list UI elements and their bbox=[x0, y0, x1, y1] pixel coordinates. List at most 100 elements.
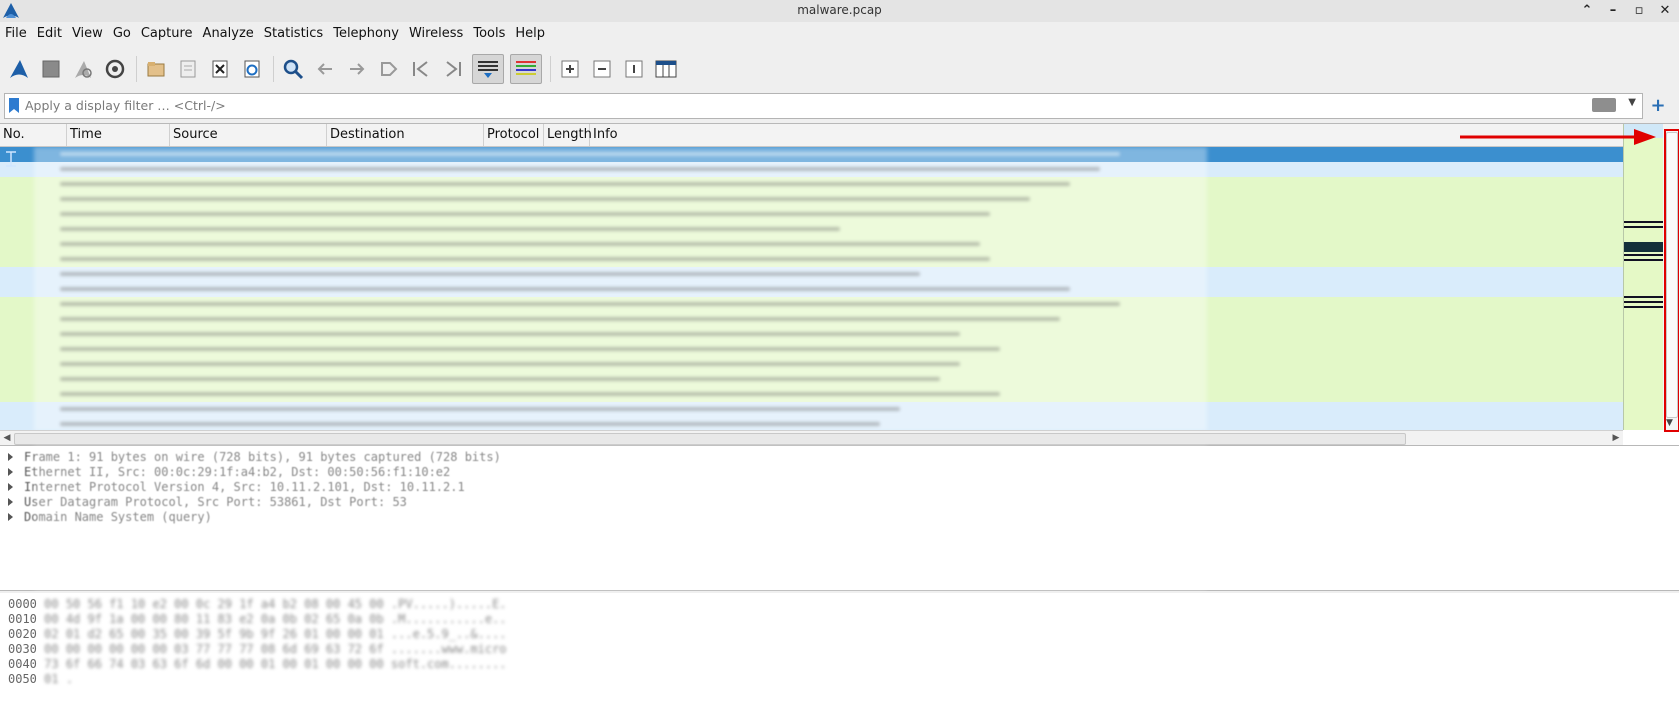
annotation-arrow-icon bbox=[1460, 129, 1656, 145]
minimap-segment bbox=[1624, 226, 1664, 228]
blurred-text bbox=[60, 197, 1030, 201]
zoom-in-icon[interactable] bbox=[557, 56, 583, 82]
blurred-text bbox=[60, 272, 920, 276]
restart-capture-icon[interactable] bbox=[70, 56, 96, 82]
blurred-text bbox=[60, 377, 940, 381]
maximize-caret-icon[interactable]: ⌃ bbox=[1579, 2, 1595, 18]
menu-file[interactable]: File bbox=[0, 23, 32, 46]
menu-bar: File Edit View Go Capture Analyze Statis… bbox=[0, 23, 1679, 47]
window-title: malware.pcap bbox=[797, 3, 882, 17]
start-capture-icon[interactable] bbox=[6, 56, 32, 82]
menu-wireless[interactable]: Wireless bbox=[404, 23, 468, 46]
menu-help[interactable]: Help bbox=[510, 23, 550, 46]
blurred-text bbox=[60, 392, 1000, 396]
column-source[interactable]: Source bbox=[170, 124, 327, 146]
blurred-text bbox=[60, 152, 1120, 156]
stop-capture-icon[interactable] bbox=[38, 56, 64, 82]
menu-go[interactable]: Go bbox=[108, 23, 136, 46]
blurred-text bbox=[60, 362, 960, 366]
go-forward-icon[interactable] bbox=[344, 56, 370, 82]
first-packet-icon[interactable] bbox=[408, 56, 434, 82]
hex-line: 0010 00 4d 9f 1a 00 00 80 11 83 e2 0a 0b… bbox=[8, 612, 507, 626]
blurred-text bbox=[60, 422, 880, 426]
scroll-left-icon[interactable]: ◀ bbox=[0, 431, 14, 445]
hex-line: 0040 73 6f 66 74 03 63 6f 6d 00 00 01 00… bbox=[8, 657, 507, 671]
expand-arrow-icon[interactable] bbox=[8, 468, 13, 476]
blurred-text bbox=[60, 347, 1000, 351]
horizontal-scroll-thumb[interactable] bbox=[14, 433, 1406, 445]
last-packet-icon[interactable] bbox=[440, 56, 466, 82]
annotation-highlight-box bbox=[1664, 129, 1679, 432]
expand-arrow-icon[interactable] bbox=[8, 513, 13, 521]
display-filter-input[interactable] bbox=[25, 96, 1585, 114]
blurred-text bbox=[60, 257, 990, 261]
open-file-icon[interactable] bbox=[143, 56, 169, 82]
blurred-text bbox=[60, 212, 990, 216]
column-protocol[interactable]: Protocol bbox=[484, 124, 544, 146]
menu-view[interactable]: View bbox=[67, 23, 108, 46]
expand-arrow-icon[interactable] bbox=[8, 453, 13, 461]
colorize-icon[interactable] bbox=[510, 54, 542, 84]
blurred-text bbox=[60, 317, 1060, 321]
hex-line: 0020 02 01 d2 65 00 35 00 39 5f 9b 9f 26… bbox=[8, 627, 507, 641]
expand-arrow-icon[interactable] bbox=[8, 498, 13, 506]
column-time[interactable]: Time bbox=[67, 124, 170, 146]
column-no[interactable]: No. bbox=[0, 124, 67, 146]
minimap-segment bbox=[1624, 254, 1664, 256]
minimap-segment bbox=[1624, 259, 1664, 261]
hex-line: 0050 01 . bbox=[8, 672, 74, 686]
zoom-out-icon[interactable] bbox=[589, 56, 615, 82]
menu-telephony[interactable]: Telephony bbox=[328, 23, 404, 46]
packet-rows[interactable] bbox=[0, 147, 1623, 431]
menu-statistics[interactable]: Statistics bbox=[259, 23, 328, 46]
minimize-icon[interactable]: – bbox=[1605, 2, 1621, 18]
blurred-text bbox=[60, 242, 980, 246]
minimap-segment bbox=[1624, 296, 1664, 298]
menu-tools[interactable]: Tools bbox=[468, 23, 510, 46]
expand-arrow-icon[interactable] bbox=[8, 483, 13, 491]
scroll-right-icon[interactable]: ▶ bbox=[1609, 431, 1623, 445]
menu-edit[interactable]: Edit bbox=[32, 23, 67, 46]
close-icon[interactable]: ✕ bbox=[1657, 2, 1673, 18]
resize-columns-icon[interactable] bbox=[653, 56, 679, 82]
packet-list-header: No. Time Source Destination Protocol Len… bbox=[0, 124, 1623, 147]
find-packet-icon[interactable] bbox=[280, 56, 306, 82]
auto-scroll-icon[interactable] bbox=[472, 54, 504, 84]
column-length[interactable]: Length bbox=[544, 124, 592, 146]
go-back-icon[interactable] bbox=[312, 56, 338, 82]
blurred-text bbox=[60, 182, 1070, 186]
menu-capture[interactable]: Capture bbox=[136, 23, 198, 46]
toolbar-separator bbox=[550, 56, 551, 82]
packet-list-pane: No. Time Source Destination Protocol Len… bbox=[0, 123, 1679, 446]
blurred-text bbox=[60, 332, 960, 336]
filter-history-dropdown-icon[interactable]: ▼ bbox=[1628, 97, 1636, 108]
capture-options-gear-icon[interactable] bbox=[102, 56, 128, 82]
add-filter-button-plus-icon[interactable]: + bbox=[1647, 94, 1669, 116]
hex-line: 0030 00 00 00 00 00 00 03 77 77 77 08 6d… bbox=[8, 642, 507, 656]
blurred-text bbox=[60, 227, 840, 231]
horizontal-scrollbar[interactable]: ◀ ▶ bbox=[0, 430, 1623, 445]
blurred-text bbox=[60, 287, 1070, 291]
blurred-text bbox=[60, 302, 1120, 306]
main-toolbar bbox=[0, 50, 1679, 88]
reload-file-icon[interactable] bbox=[239, 56, 265, 82]
go-to-packet-icon[interactable] bbox=[376, 56, 402, 82]
close-file-icon[interactable] bbox=[207, 56, 233, 82]
save-file-icon[interactable] bbox=[175, 56, 201, 82]
packet-details-pane[interactable]: Frame 1: 91 bytes on wire (728 bits), 91… bbox=[0, 445, 1679, 591]
apply-filter-arrow-icon[interactable] bbox=[1592, 98, 1616, 112]
column-destination[interactable]: Destination bbox=[327, 124, 484, 146]
display-filter-bar: ▼ bbox=[4, 93, 1643, 119]
menu-analyze[interactable]: Analyze bbox=[198, 23, 259, 46]
blurred-text bbox=[60, 167, 1100, 171]
packet-bytes-pane[interactable]: 0000 00 50 56 f1 10 e2 00 0c 29 1f a4 b2… bbox=[0, 593, 1679, 706]
title-bar: malware.pcap ⌃ – ▫ ✕ bbox=[0, 0, 1679, 22]
filter-bookmark-icon[interactable] bbox=[9, 98, 19, 113]
restore-icon[interactable]: ▫ bbox=[1631, 2, 1647, 18]
minimap-segment bbox=[1624, 301, 1664, 303]
normal-size-icon[interactable] bbox=[621, 56, 647, 82]
minimap-segment bbox=[1624, 221, 1664, 223]
toolbar-separator bbox=[136, 56, 137, 82]
minimap-segment bbox=[1624, 242, 1664, 252]
packet-minimap[interactable] bbox=[1623, 124, 1664, 430]
